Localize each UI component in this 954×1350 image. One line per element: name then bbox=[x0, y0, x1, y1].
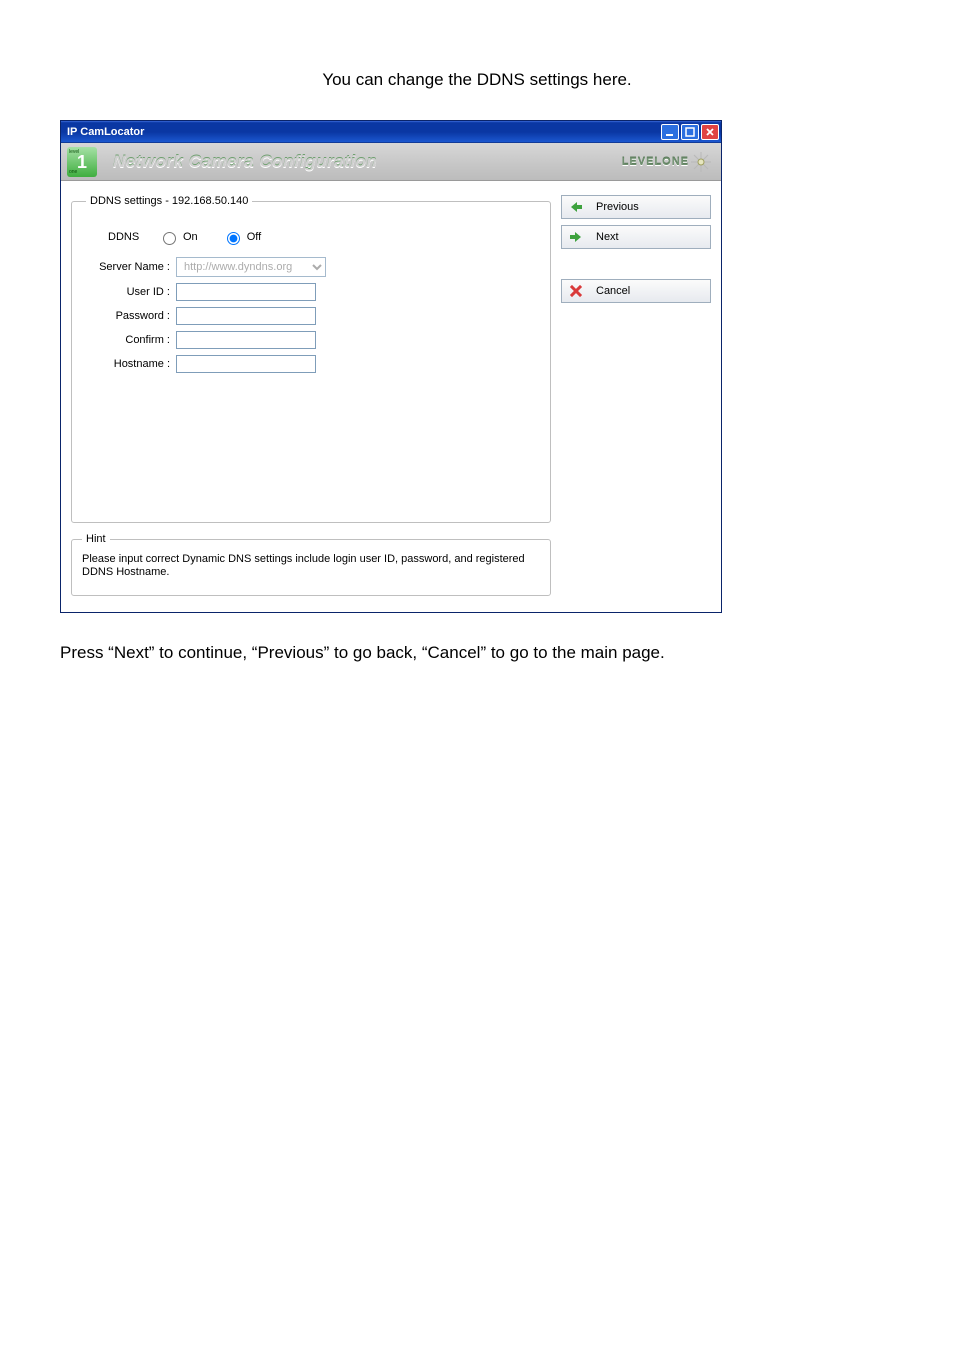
arrow-left-icon bbox=[568, 199, 584, 215]
previous-button[interactable]: Previous bbox=[561, 195, 711, 219]
server-name-label: Server Name : bbox=[86, 261, 176, 273]
hostname-label: Hostname : bbox=[86, 358, 176, 370]
close-button[interactable] bbox=[701, 124, 719, 140]
groupbox-legend: DDNS settings - 192.168.50.140 bbox=[86, 195, 252, 207]
brand-area: LEVELONE bbox=[622, 152, 711, 172]
brand-logo-icon: level 1 one bbox=[67, 147, 97, 177]
app-window: IP CamLocator level 1 one Network Camera… bbox=[60, 120, 722, 613]
userid-label: User ID : bbox=[86, 286, 176, 298]
cancel-icon bbox=[568, 283, 584, 299]
ddns-groupbox: DDNS settings - 192.168.50.140 DDNS On bbox=[71, 195, 551, 523]
password-label: Password : bbox=[86, 310, 176, 322]
userid-input[interactable] bbox=[176, 283, 316, 301]
next-button[interactable]: Next bbox=[561, 225, 711, 249]
hint-legend: Hint bbox=[82, 533, 110, 545]
password-input[interactable] bbox=[176, 307, 316, 325]
cancel-button[interactable]: Cancel bbox=[561, 279, 711, 303]
confirm-label: Confirm : bbox=[86, 334, 176, 346]
hint-text: Please input correct Dynamic DNS setting… bbox=[82, 553, 540, 579]
arrow-right-icon bbox=[568, 229, 584, 245]
ddns-on-label: On bbox=[183, 231, 198, 243]
confirm-input[interactable] bbox=[176, 331, 316, 349]
intro-text: You can change the DDNS settings here. bbox=[60, 70, 894, 90]
server-name-select[interactable]: http://www.dyndns.org bbox=[176, 257, 326, 277]
ddns-off-option[interactable]: Off bbox=[222, 229, 261, 245]
instruction-text: Press “Next” to continue, “Previous” to … bbox=[60, 643, 894, 663]
ddns-radio-group: On Off bbox=[158, 229, 261, 245]
ddns-label: DDNS bbox=[108, 231, 158, 243]
brand-burst-icon bbox=[691, 152, 711, 172]
cancel-label: Cancel bbox=[596, 285, 702, 297]
page-title: Network Camera Configuration bbox=[97, 152, 622, 172]
button-spacer bbox=[561, 255, 711, 279]
hostname-input[interactable] bbox=[176, 355, 316, 373]
ddns-off-radio[interactable] bbox=[227, 232, 240, 245]
hint-groupbox: Hint Please input correct Dynamic DNS se… bbox=[71, 533, 551, 596]
window-title: IP CamLocator bbox=[65, 126, 659, 138]
ddns-on-radio[interactable] bbox=[163, 232, 176, 245]
header-band: level 1 one Network Camera Configuration… bbox=[61, 143, 721, 181]
minimize-button[interactable] bbox=[661, 124, 679, 140]
previous-label: Previous bbox=[596, 201, 702, 213]
next-label: Next bbox=[596, 231, 702, 243]
close-icon bbox=[705, 127, 715, 137]
minimize-icon bbox=[665, 127, 675, 137]
maximize-icon bbox=[685, 127, 695, 137]
ddns-off-label: Off bbox=[247, 231, 261, 243]
brand-text: LEVELONE bbox=[622, 156, 689, 168]
maximize-button[interactable] bbox=[681, 124, 699, 140]
titlebar: IP CamLocator bbox=[61, 121, 721, 143]
ddns-on-option[interactable]: On bbox=[158, 229, 198, 245]
window-client: level 1 one Network Camera Configuration… bbox=[61, 143, 721, 612]
